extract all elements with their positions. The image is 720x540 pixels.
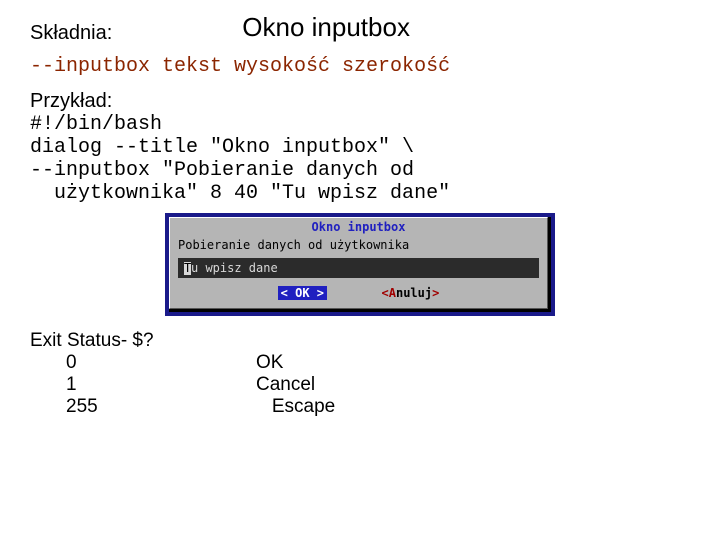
exit-meaning: OK <box>256 352 283 374</box>
exit-code: 0 <box>30 352 256 374</box>
exit-row: 0 OK <box>30 352 690 374</box>
ok-button[interactable]: < OK > <box>278 286 327 300</box>
exit-status-heading: Exit Status- $? <box>30 330 690 352</box>
dialog-input-cursor: T <box>184 262 191 275</box>
page-title: Okno inputbox <box>242 12 410 43</box>
cancel-button[interactable]: <Anuluj> <box>382 286 440 300</box>
dialog-prompt: Pobieranie danych od użytkownika <box>178 238 539 252</box>
label-example: Przykład: <box>30 90 690 113</box>
label-syntax: Składnia: <box>30 22 112 45</box>
syntax-code: --inputbox tekst wysokość szerokość <box>30 55 690 78</box>
exit-row: 1 Cancel <box>30 374 690 396</box>
example-code: #!/bin/bash dialog --title "Okno inputbo… <box>30 113 690 205</box>
exit-code: 255 <box>30 396 256 418</box>
exit-meaning: Escape <box>256 396 335 418</box>
exit-code: 1 <box>30 374 256 396</box>
exit-status-block: Exit Status- $? 0 OK 1 Cancel 255 Escape <box>30 330 690 418</box>
exit-row: 255 Escape <box>30 396 690 418</box>
dialog-title: Okno inputbox <box>176 220 541 234</box>
exit-meaning: Cancel <box>256 374 315 396</box>
dialog-screenshot: Okno inputbox Pobieranie danych od użytk… <box>165 213 555 316</box>
dialog-input-text: u wpisz dane <box>191 261 278 275</box>
dialog-input[interactable]: Tu wpisz dane <box>178 258 539 278</box>
